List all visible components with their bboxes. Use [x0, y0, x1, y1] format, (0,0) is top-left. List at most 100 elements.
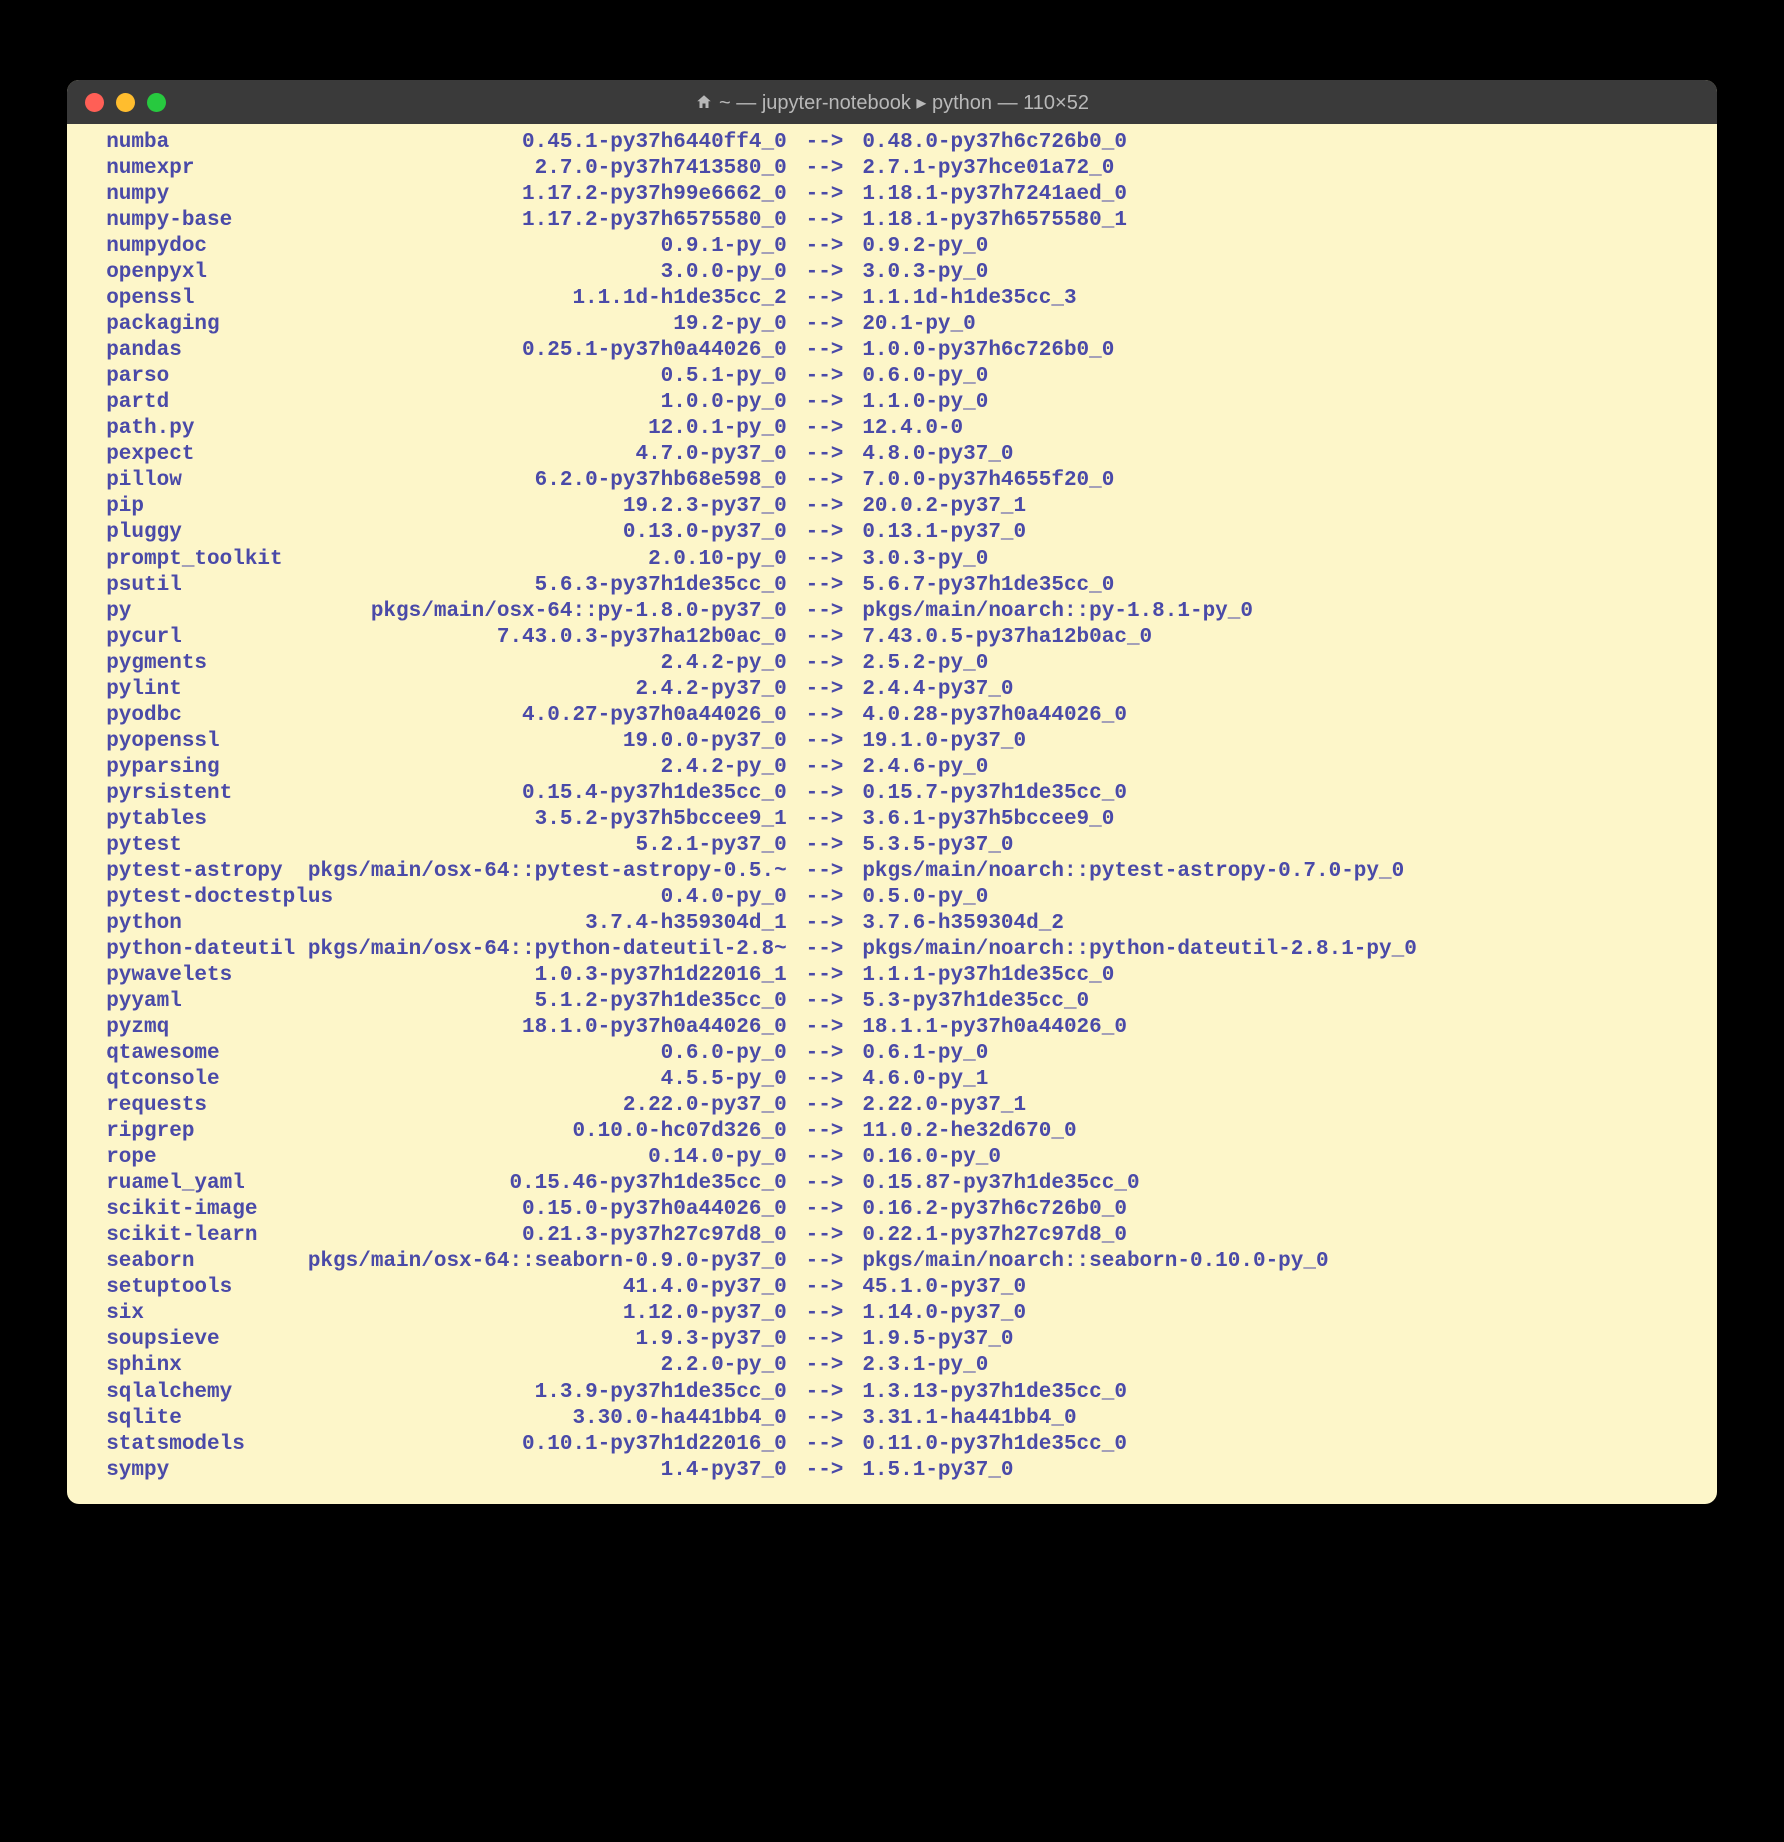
home-icon: [695, 93, 713, 111]
package-to-version: 4.6.0-py_1: [862, 1067, 988, 1093]
package-row: soupsieve1.9.3-py37_0 --> 1.9.5-py37_0: [81, 1327, 1703, 1353]
package-from-version: 0.6.0-py_0: [308, 1041, 787, 1067]
package-to-version: 20.1-py_0: [862, 312, 975, 338]
package-row: scikit-image0.15.0-py37h0a44026_0 --> 0.…: [81, 1197, 1703, 1223]
package-row: psutil5.6.3-py37h1de35cc_0 --> 5.6.7-py3…: [81, 573, 1703, 599]
arrow-icon: -->: [787, 468, 863, 494]
package-to-version: 3.0.3-py_0: [862, 260, 988, 286]
package-from-version: pkgs/main/osx-64::python-dateutil-2.8~: [308, 937, 787, 963]
package-to-version: 0.16.0-py_0: [862, 1145, 1001, 1171]
package-name: rope: [81, 1145, 308, 1171]
package-name: pylint: [81, 677, 308, 703]
package-to-version: 0.15.7-py37h1de35cc_0: [862, 781, 1127, 807]
package-from-version: 0.10.1-py37h1d22016_0: [308, 1432, 787, 1458]
package-to-version: 1.1.1-py37h1de35cc_0: [862, 963, 1114, 989]
package-row: openpyxl3.0.0-py_0 --> 3.0.3-py_0: [81, 260, 1703, 286]
package-row: six1.12.0-py37_0 --> 1.14.0-py37_0: [81, 1301, 1703, 1327]
package-name: setuptools: [81, 1275, 308, 1301]
package-row: qtawesome0.6.0-py_0 --> 0.6.1-py_0: [81, 1041, 1703, 1067]
arrow-icon: -->: [787, 312, 863, 338]
arrow-icon: -->: [787, 234, 863, 260]
package-name: path.py: [81, 416, 308, 442]
arrow-icon: -->: [787, 1223, 863, 1249]
package-row: prompt_toolkit2.0.10-py_0 --> 3.0.3-py_0: [81, 547, 1703, 573]
package-row: pytest-doctestplus0.4.0-py_0 --> 0.5.0-p…: [81, 885, 1703, 911]
package-from-version: 7.43.0.3-py37ha12b0ac_0: [308, 625, 787, 651]
package-name: pyrsistent: [81, 781, 308, 807]
arrow-icon: -->: [787, 442, 863, 468]
arrow-icon: -->: [787, 1145, 863, 1171]
package-row: python-dateutilpkgs/main/osx-64::python-…: [81, 937, 1703, 963]
package-name: packaging: [81, 312, 308, 338]
package-name: pyopenssl: [81, 729, 308, 755]
package-to-version: pkgs/main/noarch::py-1.8.1-py_0: [862, 599, 1253, 625]
package-from-version: 3.30.0-ha441bb4_0: [308, 1406, 787, 1432]
package-row: pycurl7.43.0.3-py37ha12b0ac_0 --> 7.43.0…: [81, 625, 1703, 651]
terminal-body[interactable]: numba0.45.1-py37h6440ff4_0 --> 0.48.0-py…: [67, 124, 1717, 1504]
package-from-version: 0.5.1-py_0: [308, 364, 787, 390]
arrow-icon: -->: [787, 1301, 863, 1327]
package-from-version: 2.0.10-py_0: [308, 547, 787, 573]
package-to-version: 2.7.1-py37hce01a72_0: [862, 156, 1114, 182]
arrow-icon: -->: [787, 1067, 863, 1093]
package-name: sqlalchemy: [81, 1380, 308, 1406]
package-name: openssl: [81, 286, 308, 312]
package-row: ruamel_yaml0.15.46-py37h1de35cc_0 --> 0.…: [81, 1171, 1703, 1197]
package-name: partd: [81, 390, 308, 416]
package-to-version: 1.1.0-py_0: [862, 390, 988, 416]
package-name: qtawesome: [81, 1041, 308, 1067]
package-from-version: 1.9.3-py37_0: [308, 1327, 787, 1353]
arrow-icon: -->: [787, 703, 863, 729]
package-to-version: 1.18.1-py37h7241aed_0: [862, 182, 1127, 208]
arrow-icon: -->: [787, 1015, 863, 1041]
package-to-version: 1.1.1d-h1de35cc_3: [862, 286, 1076, 312]
arrow-icon: -->: [787, 807, 863, 833]
package-from-version: 2.2.0-py_0: [308, 1353, 787, 1379]
package-row: statsmodels0.10.1-py37h1d22016_0 --> 0.1…: [81, 1432, 1703, 1458]
package-name: pytest: [81, 833, 308, 859]
package-row: pip19.2.3-py37_0 --> 20.0.2-py37_1: [81, 494, 1703, 520]
package-to-version: 0.22.1-py37h27c97d8_0: [862, 1223, 1127, 1249]
package-from-version: 0.25.1-py37h0a44026_0: [308, 338, 787, 364]
package-name: python-dateutil: [81, 937, 308, 963]
package-name: sphinx: [81, 1353, 308, 1379]
package-from-version: 1.3.9-py37h1de35cc_0: [308, 1380, 787, 1406]
package-to-version: 5.3.5-py37_0: [862, 833, 1013, 859]
arrow-icon: -->: [787, 1249, 863, 1275]
package-name: seaborn: [81, 1249, 308, 1275]
package-name: pyparsing: [81, 755, 308, 781]
package-from-version: 5.1.2-py37h1de35cc_0: [308, 989, 787, 1015]
close-button[interactable]: [85, 93, 104, 112]
package-to-version: 3.6.1-py37h5bccee9_0: [862, 807, 1114, 833]
package-row: numba0.45.1-py37h6440ff4_0 --> 0.48.0-py…: [81, 130, 1703, 156]
package-from-version: 2.4.2-py37_0: [308, 677, 787, 703]
package-to-version: 0.6.1-py_0: [862, 1041, 988, 1067]
package-from-version: 6.2.0-py37hb68e598_0: [308, 468, 787, 494]
package-to-version: pkgs/main/noarch::seaborn-0.10.0-py_0: [862, 1249, 1328, 1275]
package-row: pygments2.4.2-py_0 --> 2.5.2-py_0: [81, 651, 1703, 677]
package-row: numexpr2.7.0-py37h7413580_0 --> 2.7.1-py…: [81, 156, 1703, 182]
package-to-version: 18.1.1-py37h0a44026_0: [862, 1015, 1127, 1041]
titlebar: ~ — jupyter-notebook ▸ python — 110×52: [67, 80, 1717, 124]
minimize-button[interactable]: [116, 93, 135, 112]
package-name: scikit-learn: [81, 1223, 308, 1249]
package-name: scikit-image: [81, 1197, 308, 1223]
package-row: pyyaml5.1.2-py37h1de35cc_0 --> 5.3-py37h…: [81, 989, 1703, 1015]
package-to-version: 12.4.0-0: [862, 416, 963, 442]
arrow-icon: -->: [787, 1353, 863, 1379]
package-from-version: 4.0.27-py37h0a44026_0: [308, 703, 787, 729]
package-to-version: 2.4.4-py37_0: [862, 677, 1013, 703]
package-name: pytest-doctestplus: [81, 885, 308, 911]
package-row: setuptools41.4.0-py37_0 --> 45.1.0-py37_…: [81, 1275, 1703, 1301]
package-to-version: 2.3.1-py_0: [862, 1353, 988, 1379]
package-row: sqlite3.30.0-ha441bb4_0 --> 3.31.1-ha441…: [81, 1406, 1703, 1432]
zoom-button[interactable]: [147, 93, 166, 112]
arrow-icon: -->: [787, 547, 863, 573]
package-name: soupsieve: [81, 1327, 308, 1353]
package-from-version: 2.7.0-py37h7413580_0: [308, 156, 787, 182]
arrow-icon: -->: [787, 911, 863, 937]
package-to-version: 0.13.1-py37_0: [862, 520, 1026, 546]
package-row: openssl1.1.1d-h1de35cc_2 --> 1.1.1d-h1de…: [81, 286, 1703, 312]
package-from-version: 0.10.0-hc07d326_0: [308, 1119, 787, 1145]
package-name: ripgrep: [81, 1119, 308, 1145]
